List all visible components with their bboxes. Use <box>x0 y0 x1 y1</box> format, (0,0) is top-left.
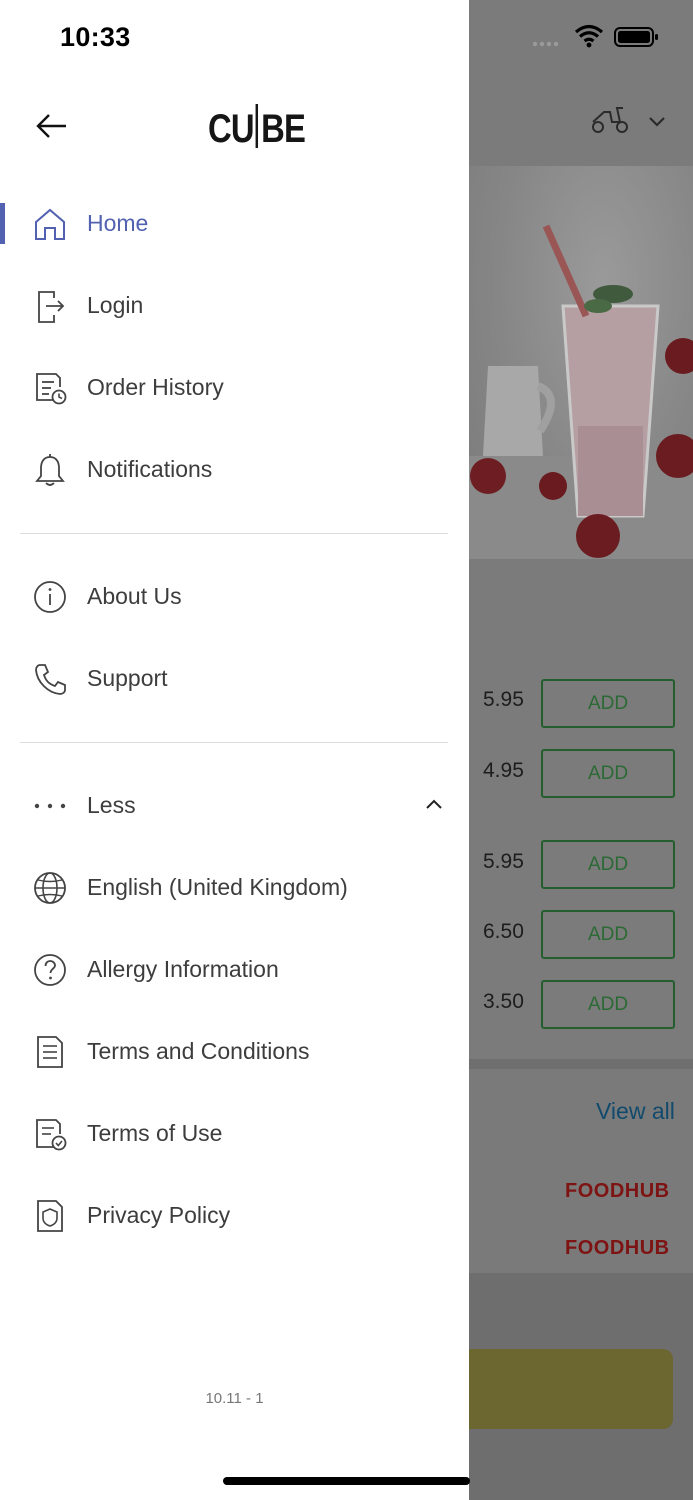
smoothie-illustration <box>468 224 693 559</box>
menu-label: Allergy Information <box>87 955 279 982</box>
menu-label: Order History <box>87 373 224 400</box>
menu-item-order-history[interactable]: Order History <box>0 355 469 419</box>
menu-label: Login <box>87 291 144 318</box>
menu-label: About Us <box>87 582 182 609</box>
menu-divider <box>20 533 448 534</box>
menu-label: English (United Kingdom) <box>87 873 348 900</box>
home-icon <box>35 208 65 240</box>
menu-item-language[interactable]: English (United Kingdom) <box>0 855 469 919</box>
hero-image <box>468 166 693 559</box>
menu-item-home[interactable]: Home <box>0 191 469 255</box>
status-indicators <box>532 22 662 57</box>
add-button[interactable]: ADD <box>541 679 675 728</box>
menu-label: Terms of Use <box>87 1119 223 1146</box>
product-price: 3.50 <box>483 990 524 1013</box>
chevron-down-icon <box>649 117 665 127</box>
bell-icon <box>35 454 65 486</box>
menu-label: Support <box>87 664 168 691</box>
foodhub-badge: FOODHUB <box>565 1180 670 1202</box>
status-time: 10:33 <box>60 22 131 52</box>
info-icon <box>34 581 66 613</box>
menu-label: Privacy Policy <box>87 1201 231 1228</box>
menu-divider <box>20 742 448 743</box>
checkout-bar[interactable] <box>455 1349 673 1429</box>
app-version: 10.11 - 1 <box>205 1390 264 1407</box>
menu-label: Home <box>87 209 149 236</box>
shield-icon <box>37 1200 63 1232</box>
document-icon <box>37 1036 63 1068</box>
product-price: 5.95 <box>483 688 524 711</box>
section-separator <box>468 1059 693 1069</box>
back-arrow-icon[interactable] <box>30 108 74 144</box>
order-history-icon <box>36 373 67 405</box>
login-icon <box>38 291 65 323</box>
navigation-drawer: 10:33 CU BE Home Login Order History Not… <box>0 0 469 1500</box>
product-price: 6.50 <box>483 920 524 943</box>
document-check-icon <box>36 1119 67 1151</box>
menu-item-support[interactable]: Support <box>0 646 469 710</box>
chevron-up-icon <box>426 799 442 809</box>
question-icon <box>34 954 66 986</box>
menu-label: Less <box>87 791 136 818</box>
signal-wifi-battery-icon <box>532 24 658 48</box>
drawer-header: CU BE <box>0 90 469 160</box>
menu-item-about-us[interactable]: About Us <box>0 564 469 628</box>
scooter-icon <box>592 107 628 133</box>
add-button[interactable]: ADD <box>541 749 675 798</box>
view-all-link[interactable]: View all <box>596 1098 675 1125</box>
add-button[interactable]: ADD <box>541 910 675 959</box>
add-button[interactable]: ADD <box>541 980 675 1029</box>
cube-logo: CU BE <box>208 104 306 152</box>
more-dots-icon <box>34 803 66 809</box>
menu-item-login[interactable]: Login <box>0 273 469 337</box>
globe-icon <box>34 872 66 904</box>
phone-icon <box>35 664 66 695</box>
menu-item-notifications[interactable]: Notifications <box>0 437 469 501</box>
menu-item-allergy-information[interactable]: Allergy Information <box>0 937 469 1001</box>
product-price: 5.95 <box>483 850 524 873</box>
add-button[interactable]: ADD <box>541 840 675 889</box>
menu-item-less[interactable]: Less <box>0 773 469 837</box>
foodhub-badge: FOODHUB <box>565 1237 670 1259</box>
product-price: 4.95 <box>483 759 524 782</box>
menu-item-terms-and-conditions[interactable]: Terms and Conditions <box>0 1019 469 1083</box>
menu-label: Notifications <box>87 455 213 482</box>
menu-label: Terms and Conditions <box>87 1037 310 1064</box>
menu-item-terms-of-use[interactable]: Terms of Use <box>0 1101 469 1165</box>
menu-item-privacy-policy[interactable]: Privacy Policy <box>0 1183 469 1247</box>
home-indicator[interactable] <box>223 1477 470 1485</box>
